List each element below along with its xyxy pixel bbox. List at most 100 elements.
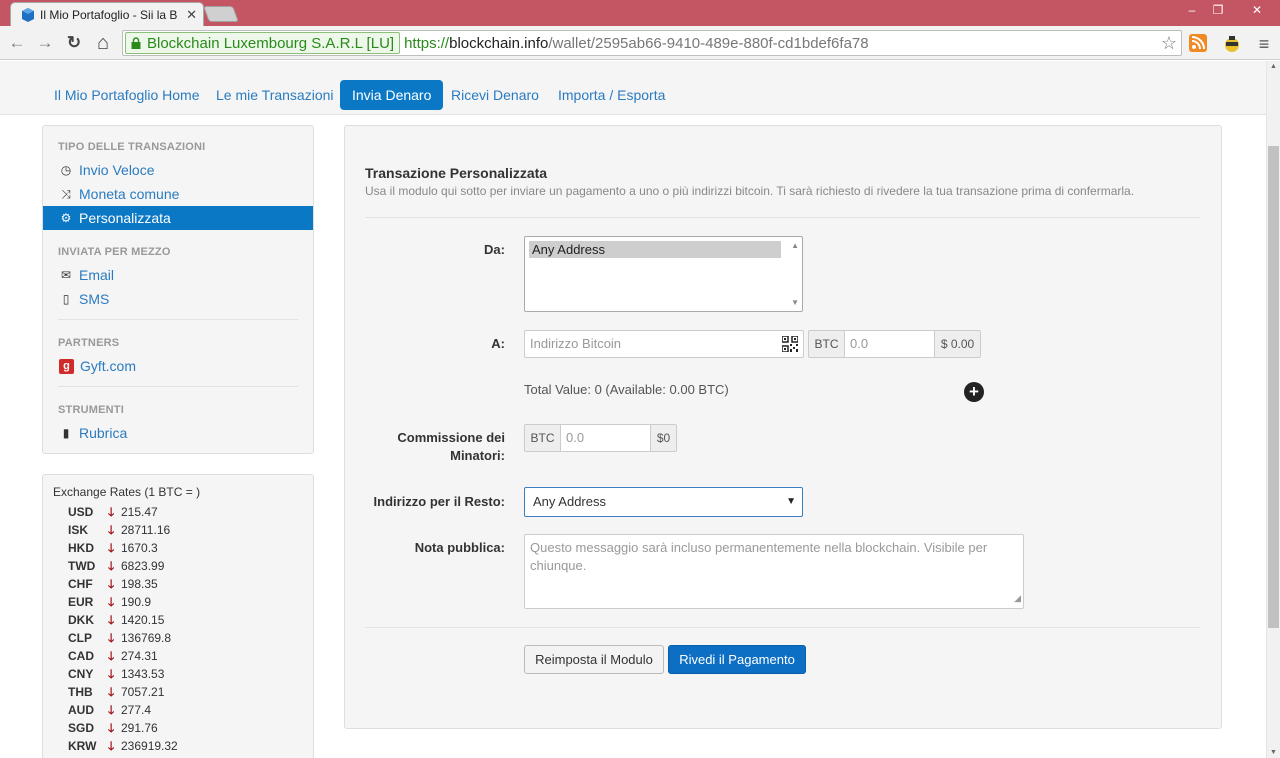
form-divider	[365, 627, 1200, 628]
change-address-label: Indirizzo per il Resto:	[373, 494, 505, 509]
user-extension-icon[interactable]	[1222, 34, 1242, 54]
tab-receive-money[interactable]: Ricevi Denaro	[439, 80, 551, 110]
scroll-up-icon[interactable]: ▲	[1270, 63, 1277, 70]
down-arrow-icon: 🡓	[108, 667, 115, 681]
ev-label: Blockchain Luxembourg S.A.R.L [LU]	[147, 34, 395, 52]
sidebar: TIPO DELLE TRANSAZIONI ◷ Invio Veloce ⤨ …	[42, 125, 314, 454]
exchange-rate-row: CLP 🡓 136769.8	[68, 629, 171, 647]
down-arrow-icon: 🡓	[108, 577, 115, 591]
down-arrow-icon: 🡓	[108, 631, 115, 645]
btc-amount-input[interactable]: 0.0	[844, 330, 935, 358]
rate-value: 215.47	[121, 505, 158, 519]
down-arrow-icon: 🡓	[108, 523, 115, 537]
scrollbar-thumb[interactable]	[1268, 146, 1279, 628]
form-title: Transazione Personalizzata	[365, 165, 548, 181]
tab-transactions[interactable]: Le mie Transazioni	[204, 80, 346, 110]
mail-icon: ✉	[60, 268, 72, 282]
from-address-option[interactable]: Any Address	[529, 241, 781, 258]
sidebar-item-label: Moneta comune	[79, 186, 180, 202]
tab-send-money[interactable]: Invia Denaro	[340, 80, 444, 110]
sidebar-item-label: Personalizzata	[79, 210, 171, 226]
qr-code-icon[interactable]	[782, 336, 798, 352]
sidebar-item-sms[interactable]: ▯ SMS	[43, 287, 313, 311]
exchange-rate-row: CHF 🡓 198.35	[68, 575, 158, 593]
address-bar[interactable]: Blockchain Luxembourg S.A.R.L [LU] https…	[122, 30, 1182, 56]
miner-fee-input[interactable]: 0.0	[560, 424, 651, 452]
clock-icon: ◷	[60, 163, 72, 177]
sidebar-item-label: Gyft.com	[80, 358, 137, 374]
browser-toolbar: ← → ↻ ⌂ Blockchain Luxembourg S.A.R.L [L…	[0, 26, 1280, 60]
rate-value: 1343.53	[121, 667, 165, 681]
close-window-button[interactable]: ✕	[1240, 0, 1274, 20]
from-label: Da:	[484, 242, 505, 257]
tab-close-icon[interactable]: ✕	[186, 7, 197, 23]
ev-certificate-badge[interactable]: Blockchain Luxembourg S.A.R.L [LU]	[125, 32, 401, 54]
down-arrow-icon: 🡓	[108, 649, 115, 663]
browser-titlebar: Il Mio Portafoglio - Sii la B ✕ – ❐ ✕	[0, 0, 1280, 26]
down-arrow-icon: 🡓	[108, 613, 115, 627]
book-icon: ▮	[62, 426, 70, 440]
scroll-up-icon[interactable]: ▲	[791, 241, 799, 250]
currency-code: ISK	[68, 523, 89, 537]
minimize-button[interactable]: –	[1178, 0, 1206, 20]
scroll-down-icon[interactable]: ▼	[1270, 749, 1277, 756]
public-note-placeholder: Questo messaggio sarà incluso permanente…	[530, 540, 988, 573]
rate-value: 6823.99	[121, 559, 165, 573]
miner-fee-label-line1: Commissione dei	[397, 430, 505, 445]
sidebar-item-quick-send[interactable]: ◷ Invio Veloce	[43, 158, 313, 182]
home-button[interactable]: ⌂	[92, 32, 114, 54]
forward-button[interactable]: →	[34, 32, 56, 54]
sidebar-item-email[interactable]: ✉ Email	[43, 263, 313, 287]
currency-code: THB	[68, 685, 93, 699]
url-host: blockchain.info	[449, 34, 549, 52]
fee-btc-unit-label: BTC	[524, 424, 561, 452]
from-address-listbox[interactable]: Any Address ▲ ▼	[524, 236, 803, 312]
back-button[interactable]: ←	[6, 32, 28, 54]
sidebar-item-address-book[interactable]: ▮ Rubrica	[43, 421, 313, 445]
sidebar-item-gyft[interactable]: g Gyft.com	[43, 354, 313, 378]
down-arrow-icon: 🡓	[108, 541, 115, 555]
bookmark-star-icon[interactable]: ☆	[1161, 33, 1177, 54]
sidebar-item-label: Email	[79, 267, 115, 283]
maximize-button[interactable]: ❐	[1204, 0, 1232, 20]
exchange-rate-row: AUD 🡓 277.4	[68, 701, 151, 719]
currency-code: CHF	[68, 577, 93, 591]
exchange-rate-row: KRW 🡓 236919.32	[68, 737, 178, 755]
rss-extension-icon[interactable]	[1188, 34, 1208, 54]
scroll-down-icon[interactable]: ▼	[791, 298, 799, 307]
menu-icon[interactable]: ≡	[1254, 34, 1274, 54]
sidebar-item-shared-coin[interactable]: ⤨ Moneta comune	[43, 182, 313, 206]
reload-button[interactable]: ↻	[63, 32, 85, 54]
rate-value: 1420.15	[121, 613, 165, 627]
add-recipient-icon[interactable]: +	[964, 382, 984, 402]
new-tab-button[interactable]	[203, 6, 239, 22]
rate-value: 277.4	[121, 703, 152, 717]
reset-form-button[interactable]: Reimposta il Modulo	[524, 645, 664, 674]
form-description: Usa il modulo qui sotto per inviare un p…	[365, 184, 1135, 198]
phone-icon: ▯	[62, 292, 70, 306]
currency-code: EUR	[68, 595, 94, 609]
currency-code: CLP	[68, 631, 92, 645]
public-note-textarea[interactable]: Questo messaggio sarà incluso permanente…	[524, 534, 1024, 609]
wallet-nav: Il Mio Portafoglio Home Le mie Transazio…	[0, 61, 1266, 115]
currency-code: CAD	[68, 649, 94, 663]
bitcoin-address-input[interactable]: Indirizzo Bitcoin	[524, 330, 804, 358]
browser-tab[interactable]: Il Mio Portafoglio - Sii la B ✕	[10, 2, 204, 26]
tab-wallet-home[interactable]: Il Mio Portafoglio Home	[42, 80, 212, 110]
rate-value: 291.76	[121, 721, 158, 735]
form-divider	[365, 217, 1200, 218]
rate-value: 190.9	[121, 595, 152, 609]
review-payment-button[interactable]: Rivedi il Pagamento	[668, 645, 806, 674]
tab-import-export[interactable]: Importa / Esporta	[546, 80, 677, 110]
page-scrollbar[interactable]: ▲ ▼	[1266, 61, 1280, 758]
lock-icon	[131, 37, 141, 49]
change-address-select[interactable]: Any Address ▼	[524, 487, 803, 517]
rate-value: 136769.8	[121, 631, 172, 645]
exchange-rate-row: CNY 🡓 1343.53	[68, 665, 164, 683]
gyft-logo-icon: g	[59, 358, 74, 374]
usd-amount-label: $ 0.00	[934, 330, 981, 358]
resize-grip-icon[interactable]: ◢	[1014, 589, 1021, 607]
exchange-rate-row: THB 🡓 7057.21	[68, 683, 164, 701]
miner-fee-label: Commissione dei Minatori:	[345, 429, 505, 465]
sidebar-item-custom[interactable]: ⚙ Personalizzata	[43, 206, 313, 230]
